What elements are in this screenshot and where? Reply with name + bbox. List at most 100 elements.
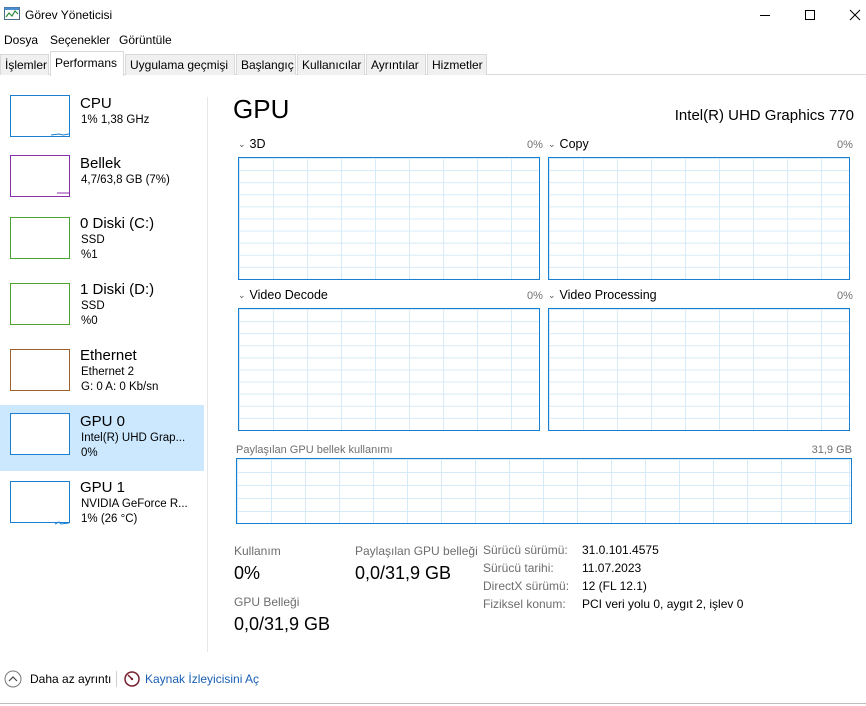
tab-startup[interactable]: Başlangıç — [236, 54, 296, 75]
sidebar-item-cpu[interactable]: CPU 1% 1,38 GHz — [0, 95, 204, 161]
maximize-icon — [805, 10, 815, 20]
chevron-up-circle-icon — [4, 670, 22, 688]
sidebar-item-adapter: NVIDIA GeForce R... — [81, 498, 188, 510]
page-title: GPU — [233, 94, 290, 124]
fewer-details-label: Daha az ayrıntı — [30, 672, 112, 686]
sidebar-item-disk-0[interactable]: 0 Diski (C:) SSD %1 — [0, 215, 204, 281]
sidebar-item-detail: 1% 1,38 GHz — [81, 114, 150, 126]
sidebar-item-detail: %1 — [81, 249, 98, 261]
menu-bar: Dosya Seçenekler Görüntüle — [0, 30, 866, 50]
sidebar-item-disk-1[interactable]: 1 Diski (D:) SSD %0 — [0, 281, 204, 347]
disk-1-thumbnail-graph — [10, 283, 70, 325]
sidebar-item-detail: %0 — [81, 315, 98, 327]
shared-memory-stat-label: Paylaşılan GPU belleği — [355, 544, 478, 558]
fewer-details-button[interactable]: Daha az ayrıntı — [4, 669, 111, 689]
sidebar-item-title: Bellek — [80, 155, 121, 172]
gpu-memory-value: 0,0/31,9 GB — [234, 614, 331, 634]
bottom-border — [0, 703, 866, 704]
graph-selector-video-decode[interactable]: ⌄ Video Decode — [238, 288, 328, 302]
graph-copy — [548, 157, 850, 280]
sidebar-item-ethernet[interactable]: Ethernet Ethernet 2 G: 0 A: 0 Kb/sn — [0, 347, 204, 413]
graph-selector-3d[interactable]: ⌄ 3D — [238, 137, 266, 151]
chevron-down-icon: ⌄ — [548, 290, 556, 300]
physical-location-value: PCI veri yolu 0, aygıt 2, işlev 0 — [582, 597, 744, 611]
sidebar-item-title: CPU — [80, 95, 112, 112]
tab-bar: İşlemler Performans Uygulama geçmişi Baş… — [0, 51, 866, 76]
shared-memory-max: 31,9 GB — [811, 444, 852, 456]
graph-percent: 0% — [527, 139, 543, 151]
resource-monitor-label: Kaynak İzleyicisini Aç — [145, 672, 260, 686]
close-icon — [849, 9, 861, 21]
tab-details[interactable]: Ayrıntılar — [366, 54, 426, 75]
chevron-down-icon: ⌄ — [548, 139, 556, 149]
graph-percent: 0% — [527, 290, 543, 302]
tab-services[interactable]: Hizmetler — [427, 54, 487, 75]
graph-label: Video Decode — [249, 288, 328, 302]
sidebar-item-detail: G: 0 A: 0 Kb/sn — [81, 381, 159, 393]
performance-sidebar: CPU 1% 1,38 GHz Bellek 4,7/63,8 GB (7%) … — [0, 75, 206, 660]
graph-video-processing — [548, 308, 850, 431]
title-bar: Görev Yöneticisi — [0, 0, 866, 30]
minimize-icon — [760, 15, 770, 16]
menu-file[interactable]: Dosya — [4, 33, 38, 47]
minimize-button[interactable] — [742, 0, 788, 30]
sidebar-item-title: 0 Diski (C:) — [80, 215, 155, 232]
window-title: Görev Yöneticisi — [25, 8, 113, 22]
resource-monitor-icon — [124, 671, 140, 687]
task-manager-icon — [4, 7, 20, 21]
open-resource-monitor-link[interactable]: Kaynak İzleyicisini Aç — [124, 669, 259, 689]
graph-label: 3D — [249, 137, 266, 151]
chevron-down-icon: ⌄ — [238, 290, 246, 300]
sidebar-item-type: SSD — [81, 300, 105, 312]
shared-memory-graph — [236, 458, 852, 524]
sidebar-item-memory[interactable]: Bellek 4,7/63,8 GB (7%) — [0, 155, 204, 221]
disk-0-thumbnail-graph — [10, 217, 70, 259]
sidebar-item-detail: 0% — [81, 447, 98, 459]
gpu-model-name: Intel(R) UHD Graphics 770 — [674, 107, 854, 124]
graph-percent: 0% — [837, 139, 853, 151]
graph-label: Copy — [559, 137, 589, 151]
maximize-button[interactable] — [787, 0, 833, 30]
tab-app-history[interactable]: Uygulama geçmişi — [125, 54, 235, 75]
graph-selector-copy[interactable]: ⌄ Copy — [548, 137, 589, 151]
sidebar-item-adapter: Ethernet 2 — [81, 366, 135, 378]
driver-version-label: Sürücü sürümü: — [483, 543, 568, 557]
graph-label: Video Processing — [559, 288, 657, 302]
usage-value: 0% — [234, 563, 261, 583]
sidebar-item-detail: 4,7/63,8 GB (7%) — [81, 174, 170, 186]
memory-thumbnail-graph — [10, 155, 70, 197]
ethernet-thumbnail-graph — [10, 349, 70, 391]
sidebar-item-type: SSD — [81, 234, 105, 246]
tab-performance[interactable]: Performans — [50, 51, 124, 76]
graph-selector-video-processing[interactable]: ⌄ Video Processing — [548, 288, 657, 302]
driver-date-value: 11.07.2023 — [582, 561, 642, 575]
graph-3d — [238, 157, 540, 280]
close-button[interactable] — [832, 0, 866, 30]
directx-version-value: 12 (FL 12.1) — [582, 579, 647, 593]
gpu-memory-label: GPU Belleği — [234, 595, 300, 609]
sidebar-item-title: 1 Diski (D:) — [80, 281, 155, 298]
graph-percent: 0% — [837, 290, 853, 302]
directx-version-label: DirectX sürümü: — [483, 579, 570, 593]
menu-view[interactable]: Görüntüle — [119, 33, 172, 47]
tab-users[interactable]: Kullanıcılar — [297, 54, 365, 75]
sidebar-item-gpu-0[interactable]: GPU 0 Intel(R) UHD Grap... 0% — [0, 405, 204, 471]
sidebar-item-title: GPU 1 — [80, 479, 126, 496]
usage-label: Kullanım — [234, 544, 281, 558]
menu-options[interactable]: Seçenekler — [50, 33, 110, 47]
sidebar-item-gpu-1[interactable]: GPU 1 NVIDIA GeForce R... 1% (26 °C) — [0, 479, 204, 545]
sidebar-divider — [207, 97, 208, 652]
tab-processes[interactable]: İşlemler — [0, 54, 49, 75]
driver-date-label: Sürücü tarihi: — [483, 561, 554, 575]
cpu-thumbnail-graph — [10, 95, 70, 137]
gpu-1-thumbnail-graph — [10, 481, 70, 525]
shared-memory-stat-value: 0,0/31,9 GB — [355, 563, 452, 583]
sidebar-item-title: GPU 0 — [80, 413, 126, 430]
sidebar-item-title: Ethernet — [80, 347, 137, 364]
chevron-down-icon: ⌄ — [238, 139, 246, 149]
driver-version-value: 31.0.101.4575 — [582, 543, 659, 557]
graph-video-decode — [238, 308, 540, 431]
physical-location-label: Fiziksel konum: — [483, 597, 566, 611]
sidebar-item-detail: 1% (26 °C) — [81, 513, 138, 525]
footer-separator — [116, 671, 117, 687]
